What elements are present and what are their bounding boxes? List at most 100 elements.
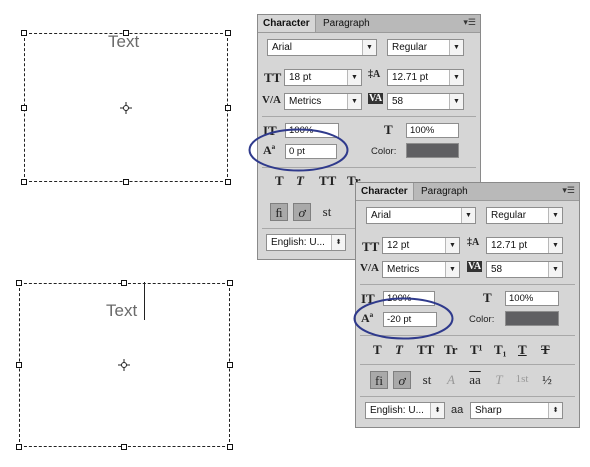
- bottom-box-text: Text: [106, 301, 138, 320]
- horizontal-scale-icon: T: [384, 122, 393, 137]
- divider: [360, 364, 575, 365]
- underline-button[interactable]: T: [518, 342, 527, 358]
- tracking-icon: VA: [467, 261, 483, 272]
- chevron-updown-icon: ⬍: [430, 403, 444, 418]
- leading-value: 12.71 pt: [491, 240, 528, 251]
- discretionary-ligatures-button[interactable]: ơ: [393, 371, 411, 389]
- font-family-value: Arial: [272, 42, 293, 53]
- chevron-down-icon: ▼: [362, 40, 376, 55]
- kerning-select[interactable]: Metrics ▼: [382, 261, 460, 278]
- font-family-select[interactable]: Arial ▼: [267, 39, 377, 56]
- font-family-value: Arial: [371, 210, 392, 221]
- font-size-select[interactable]: 12 pt ▼: [382, 237, 460, 254]
- font-family-select[interactable]: Arial ▼: [366, 207, 476, 224]
- all-caps-button[interactable]: TT: [417, 342, 434, 358]
- antialias-icon: aa: [451, 404, 464, 416]
- font-size-icon: TT: [264, 70, 282, 85]
- stylistic-alternates-button[interactable]: st: [318, 203, 336, 221]
- panel-menu-icon[interactable]: ▾☰: [562, 185, 575, 196]
- bottom-box-handle-tl[interactable]: [16, 280, 22, 286]
- bottom-box-handle-mr[interactable]: [227, 362, 233, 368]
- kerning-value: Metrics: [289, 96, 322, 107]
- chevron-down-icon: ▼: [445, 238, 459, 253]
- leading-value: 12.71 pt: [392, 72, 429, 83]
- top-box-handle-mr[interactable]: [225, 105, 231, 111]
- bottom-box-handle-ml[interactable]: [16, 362, 22, 368]
- horizontal-scale-icon: T: [483, 290, 492, 305]
- font-style-select[interactable]: Regular ▼: [387, 39, 464, 56]
- top-box-handle-tl[interactable]: [21, 30, 27, 36]
- bottom-box-handle-tr[interactable]: [227, 280, 233, 286]
- kerning-select[interactable]: Metrics ▼: [284, 93, 362, 110]
- bottom-box-handle-bl[interactable]: [16, 444, 22, 450]
- divider: [360, 396, 575, 397]
- color-swatch[interactable]: [505, 311, 559, 326]
- panel-tab-bar: Character Paragraph ▾☰: [258, 15, 480, 33]
- swash-button[interactable]: A: [442, 371, 460, 389]
- tab-character[interactable]: Character: [258, 15, 316, 32]
- strikethrough-button[interactable]: T: [541, 342, 550, 358]
- color-label: Color:: [469, 314, 495, 325]
- chevron-down-icon: ▼: [548, 238, 562, 253]
- stylistic-alternates-button[interactable]: st: [418, 371, 436, 389]
- language-value: English: U...: [271, 237, 325, 248]
- top-box-handle-bl[interactable]: [21, 179, 27, 185]
- fractions-button[interactable]: ½: [538, 371, 556, 389]
- faux-italic-button[interactable]: T: [395, 342, 403, 358]
- top-box-handle-tr[interactable]: [225, 30, 231, 36]
- chevron-down-icon: ▼: [347, 70, 361, 85]
- chevron-down-icon: ▼: [548, 262, 562, 277]
- top-box-text: Text: [108, 32, 140, 51]
- chevron-updown-icon: ⬍: [331, 235, 345, 250]
- discretionary-ligatures-button[interactable]: ơ: [293, 203, 311, 221]
- superscript-button[interactable]: T¹: [470, 342, 483, 358]
- font-style-value: Regular: [392, 42, 428, 53]
- bottom-box-handle-br[interactable]: [227, 444, 233, 450]
- tracking-select[interactable]: 58 ▼: [387, 93, 464, 110]
- small-caps-button[interactable]: Tr: [444, 342, 457, 358]
- tab-paragraph[interactable]: Paragraph: [318, 15, 375, 32]
- color-label: Color:: [371, 146, 397, 157]
- all-caps-button[interactable]: TT: [319, 173, 336, 189]
- ordinals-button[interactable]: 1st: [513, 371, 531, 389]
- tab-paragraph[interactable]: Paragraph: [416, 183, 473, 200]
- faux-italic-button[interactable]: T: [296, 173, 304, 189]
- top-box-handle-br[interactable]: [225, 179, 231, 185]
- font-size-icon: TT: [362, 239, 380, 254]
- ligatures-button[interactable]: ﬁ: [270, 203, 288, 221]
- kerning-icon: V/A: [262, 94, 281, 106]
- bottom-box-handle-tm[interactable]: [121, 280, 127, 286]
- bottom-box-handle-bm[interactable]: [121, 444, 127, 450]
- bottom-box-center-icon: [118, 359, 130, 371]
- chevron-down-icon: ▼: [449, 70, 463, 85]
- horizontal-scale-field[interactable]: 100%: [505, 291, 559, 306]
- tracking-icon: VA: [368, 93, 384, 104]
- font-size-value: 12 pt: [387, 240, 410, 251]
- font-style-select[interactable]: Regular ▼: [486, 207, 563, 224]
- horizontal-scale-field[interactable]: 100%: [406, 123, 459, 138]
- faux-bold-button[interactable]: T: [275, 173, 284, 189]
- top-box-center-icon: [120, 102, 132, 114]
- faux-bold-button[interactable]: T: [373, 342, 382, 358]
- titling-alternates-button[interactable]: aa: [466, 371, 484, 389]
- leading-select[interactable]: 12.71 pt ▼: [387, 69, 464, 86]
- panel-tab-bar: Character Paragraph ▾☰: [356, 183, 579, 201]
- ornaments-button[interactable]: T: [490, 371, 508, 389]
- language-select[interactable]: English: U... ⬍: [365, 402, 445, 419]
- font-size-select[interactable]: 18 pt ▼: [284, 69, 362, 86]
- subscript-button[interactable]: T₁: [494, 342, 507, 358]
- divider: [360, 284, 575, 285]
- antialias-select[interactable]: Sharp ⬍: [470, 402, 563, 419]
- tracking-value: 58: [491, 264, 503, 275]
- tab-character[interactable]: Character: [356, 183, 414, 200]
- leading-select[interactable]: 12.71 pt ▼: [486, 237, 563, 254]
- chevron-down-icon: ▼: [449, 94, 463, 109]
- language-select[interactable]: English: U... ⬍: [266, 234, 346, 251]
- top-box-handle-bm[interactable]: [123, 179, 129, 185]
- panel-menu-icon[interactable]: ▾☰: [463, 17, 476, 28]
- top-box-handle-ml[interactable]: [21, 105, 27, 111]
- tracking-select[interactable]: 58 ▼: [486, 261, 563, 278]
- ligatures-button[interactable]: fi: [370, 371, 388, 389]
- kerning-icon: V/A: [360, 262, 379, 274]
- color-swatch[interactable]: [406, 143, 459, 158]
